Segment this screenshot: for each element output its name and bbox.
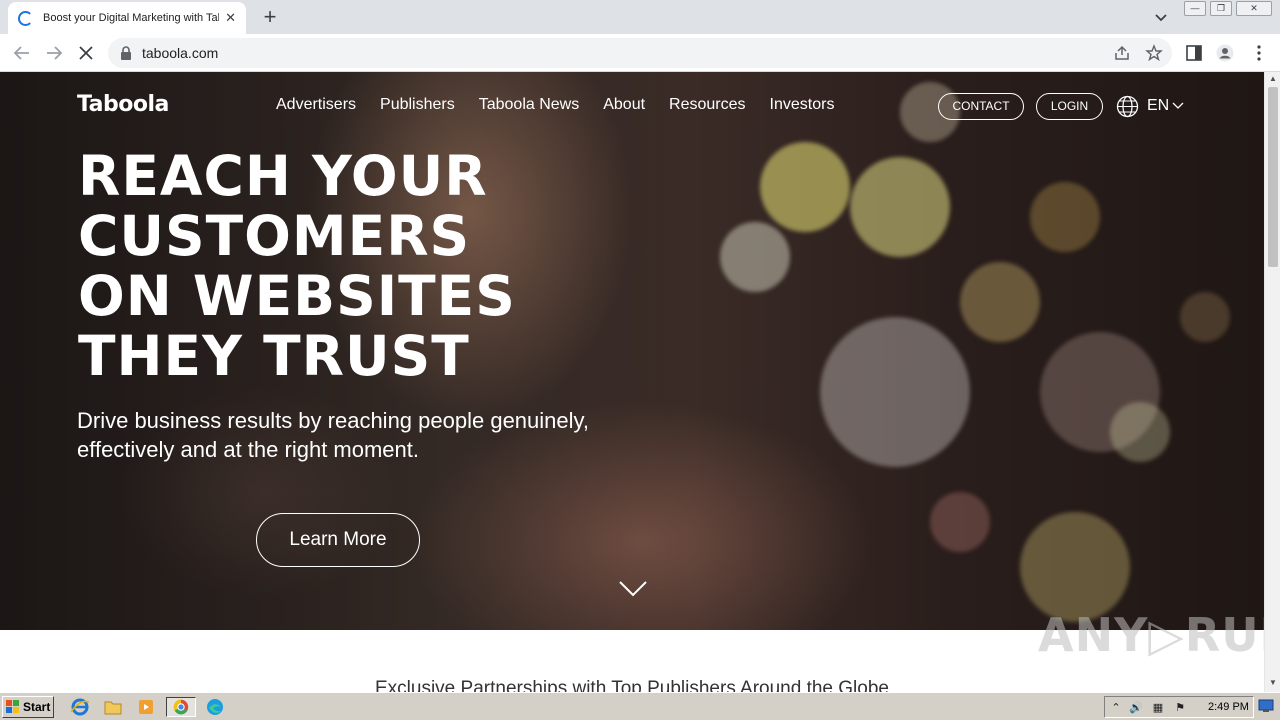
learn-more-button[interactable]: Learn More [256, 513, 420, 567]
tab-title: Boost your Digital Marketing with Tabool… [43, 12, 219, 24]
hero-section: Taboola Advertisers Publishers Taboola N… [0, 72, 1264, 630]
bookmark-star-icon[interactable] [1145, 44, 1163, 62]
chrome-icon[interactable] [166, 697, 196, 717]
partners-heading: Exclusive Partnerships with Top Publishe… [375, 678, 889, 692]
login-button[interactable]: LOGIN [1036, 93, 1103, 120]
hero-headline: REACH YOUR CUSTOMERS ON WEBSITES THEY TR… [78, 146, 638, 386]
network-icon[interactable]: ▦ [1151, 701, 1165, 715]
bokeh-light [960, 262, 1040, 342]
bokeh-light [850, 157, 950, 257]
tab-close-icon[interactable]: ✕ [225, 10, 236, 26]
tab-search-chevron-icon[interactable] [1152, 8, 1170, 26]
folder-icon[interactable] [101, 697, 125, 717]
headline-line: REACH YOUR [78, 144, 488, 208]
lock-icon[interactable] [120, 46, 132, 60]
bokeh-light [930, 492, 990, 552]
nav-taboola-news[interactable]: Taboola News [479, 96, 580, 114]
chevron-down-icon[interactable] [1172, 102, 1184, 110]
headline-line: THEY TRUST [78, 324, 470, 388]
scroll-up-arrow-icon[interactable]: ▲ [1268, 74, 1278, 84]
browser-toolbar: taboola.com [0, 34, 1280, 72]
hero-subline: Drive business results by reaching peopl… [77, 408, 589, 462]
nav-advertisers[interactable]: Advertisers [276, 96, 356, 114]
stop-loading-icon[interactable] [75, 42, 97, 64]
loading-spinner-icon [18, 10, 33, 26]
contact-button[interactable]: CONTACT [938, 93, 1024, 120]
headline-line: ON WEBSITES [78, 264, 516, 328]
action-center-flag-icon[interactable]: ⚑ [1173, 701, 1187, 715]
scroll-down-chevron-icon[interactable] [618, 580, 648, 598]
volume-icon[interactable]: 🔊 [1129, 701, 1143, 715]
restore-button[interactable]: ❐ [1210, 1, 1232, 16]
scroll-down-arrow-icon[interactable]: ▼ [1268, 678, 1278, 688]
bokeh-light [1030, 182, 1100, 252]
bokeh-light [1020, 512, 1130, 622]
new-tab-button[interactable]: + [259, 4, 281, 30]
page-scrollbar[interactable]: ▲ ▼ [1264, 72, 1280, 692]
language-selector[interactable]: EN [1147, 97, 1169, 115]
browser-tab-bar: Boost your Digital Marketing with Tabool… [0, 0, 1280, 34]
bokeh-light [720, 222, 790, 292]
taboola-logo[interactable]: Taboola [77, 92, 169, 117]
main-nav: Advertisers Publishers Taboola News Abou… [276, 96, 834, 114]
bokeh-light [1110, 402, 1170, 462]
bokeh-light [1180, 292, 1230, 342]
anyrun-watermark: ANY▷RUN [1038, 608, 1280, 662]
show-desktop-icon[interactable] [1258, 699, 1274, 713]
taskbar-clock[interactable]: 2:49 PM [1208, 701, 1249, 713]
nav-investors[interactable]: Investors [770, 96, 835, 114]
bokeh-light [820, 317, 970, 467]
internet-explorer-icon[interactable] [68, 697, 92, 717]
system-tray: ⌃ 🔊 ▦ ⚑ 2:49 PM [1104, 696, 1254, 718]
start-label: Start [23, 700, 51, 714]
address-bar[interactable]: taboola.com [108, 38, 1172, 68]
close-window-button[interactable]: ✕ [1236, 1, 1272, 16]
nav-publishers[interactable]: Publishers [380, 96, 455, 114]
forward-arrow-icon[interactable] [43, 42, 65, 64]
start-button[interactable]: Start [2, 696, 54, 718]
headline-line: CUSTOMERS [78, 204, 471, 268]
windows-flag-icon [6, 700, 19, 713]
url-text[interactable]: taboola.com [142, 45, 218, 61]
nav-resources[interactable]: Resources [669, 96, 745, 114]
back-arrow-icon[interactable] [11, 42, 33, 64]
tray-expand-icon[interactable]: ⌃ [1109, 701, 1123, 715]
browser-tab[interactable]: Boost your Digital Marketing with Tabool… [8, 2, 246, 34]
scroll-thumb[interactable] [1268, 87, 1278, 267]
side-panel-icon[interactable] [1185, 44, 1203, 62]
bokeh-light [760, 142, 850, 232]
minimize-button[interactable]: — [1184, 1, 1206, 16]
media-player-icon[interactable] [134, 697, 158, 717]
edge-icon[interactable] [203, 697, 227, 717]
profile-avatar-icon[interactable] [1216, 44, 1234, 62]
kebab-menu-icon[interactable] [1250, 44, 1268, 62]
share-icon[interactable] [1113, 44, 1131, 62]
page-viewport: Taboola Advertisers Publishers Taboola N… [0, 72, 1280, 692]
nav-about[interactable]: About [603, 96, 645, 114]
globe-icon[interactable] [1116, 95, 1139, 118]
windows-taskbar: Start ⌃ 🔊 ▦ ⚑ 2:49 PM [0, 692, 1280, 720]
